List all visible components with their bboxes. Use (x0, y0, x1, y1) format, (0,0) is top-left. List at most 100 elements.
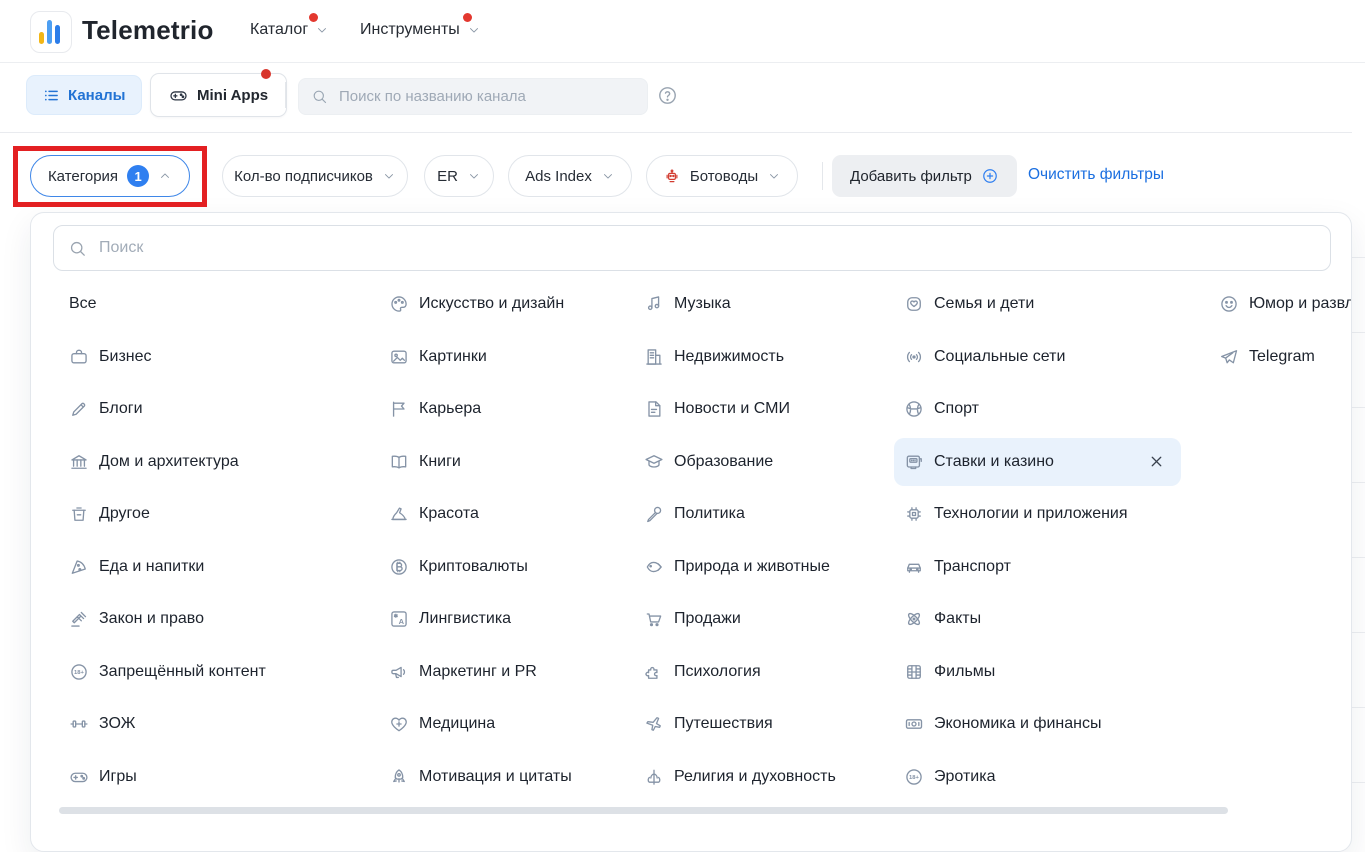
category-option[interactable]: Природа и животные (644, 541, 836, 594)
brand-title[interactable]: Telemetrio (82, 15, 214, 46)
close-icon[interactable] (1148, 453, 1165, 470)
nature-icon (644, 557, 664, 577)
nav-tools[interactable]: Инструменты (360, 21, 481, 39)
filter-category-pill[interactable]: Категория 1 (30, 155, 190, 197)
category-option[interactable]: Криптовалюты (389, 541, 572, 594)
news-icon (644, 399, 664, 419)
chevron-down-icon (467, 23, 481, 37)
social-icon (904, 347, 924, 367)
medicine-icon (389, 714, 409, 734)
category-option[interactable]: Другое (69, 488, 266, 541)
category-option[interactable]: Политика (644, 488, 836, 541)
category-option[interactable]: Психология (644, 646, 836, 699)
channel-search-input[interactable] (337, 87, 635, 106)
chevron-down-icon (467, 169, 481, 183)
add-filter-button[interactable]: Добавить фильтр (832, 155, 1017, 197)
category-option[interactable]: Экономика и финансы (904, 698, 1181, 751)
chevron-down-icon (767, 169, 781, 183)
category-option[interactable]: Книги (389, 436, 572, 489)
filter-pill-er[interactable]: ER (424, 155, 494, 197)
category-option[interactable]: Социальные сети (904, 331, 1181, 384)
category-option-label: Медицина (419, 715, 495, 733)
gamepad-icon (69, 767, 89, 787)
plus-circle-icon (981, 167, 999, 185)
clear-filters-link[interactable]: Очистить фильтры (1028, 166, 1164, 184)
channel-search-field[interactable] (298, 78, 648, 115)
category-option[interactable]: Религия и духовность (644, 751, 836, 804)
category-option[interactable]: Красота (389, 488, 572, 541)
category-option[interactable]: Telegram (1219, 331, 1352, 384)
finance-icon (904, 714, 924, 734)
dumbbell-icon (69, 714, 89, 734)
telegram-icon (1219, 347, 1239, 367)
category-option-label: Путешествия (674, 715, 773, 733)
category-option[interactable]: Транспорт (904, 541, 1181, 594)
filter-pill-ботоводы[interactable]: Ботоводы (646, 155, 798, 197)
briefcase-icon (69, 347, 89, 367)
category-option[interactable]: Новости и СМИ (644, 383, 836, 436)
category-option[interactable]: Карьера (389, 383, 572, 436)
psychology-icon (644, 662, 664, 682)
category-option[interactable]: Еда и напитки (69, 541, 266, 594)
category-option[interactable]: 18+Эротика (904, 751, 1181, 804)
category-search-field[interactable] (53, 225, 1331, 271)
plane-icon (644, 714, 664, 734)
nav-catalog[interactable]: Каталог (250, 21, 329, 39)
filter-divider (822, 162, 823, 190)
category-option[interactable]: Фильмы (904, 646, 1181, 699)
category-option-label: Природа и животные (674, 558, 830, 576)
category-option[interactable]: Блоги (69, 383, 266, 436)
catalog-notification-dot (309, 13, 318, 22)
category-option[interactable]: ЗОЖ (69, 698, 266, 751)
category-option[interactable]: Игры (69, 751, 266, 804)
category-option-label: Криптовалюты (419, 558, 528, 576)
category-column-5: Юмор и развлечения Telegram (1219, 278, 1352, 383)
category-option[interactable]: 18+Запрещённый контент (69, 646, 266, 699)
robot-icon (663, 167, 681, 185)
tab-channels[interactable]: Каналы (26, 75, 142, 115)
category-option-selected[interactable]: Ставки и казино (894, 438, 1181, 486)
category-option[interactable]: Медицина (389, 698, 572, 751)
category-option[interactable]: Мотивация и цитаты (389, 751, 572, 804)
category-option[interactable]: Недвижимость (644, 331, 836, 384)
help-icon[interactable] (657, 85, 678, 106)
category-option[interactable]: Юмор и развлечения (1219, 278, 1352, 331)
category-option-label: Маркетинг и PR (419, 663, 537, 681)
category-option-label: Искусство и дизайн (419, 295, 564, 313)
category-option-label: Карьера (419, 400, 481, 418)
telemetrio-logo-icon[interactable] (30, 11, 72, 53)
tab-mini-apps[interactable]: Mini Apps (150, 73, 287, 117)
category-option[interactable]: Дом и архитектура (69, 436, 266, 489)
category-option[interactable]: Технологии и приложения (904, 488, 1181, 541)
category-option[interactable]: Путешествия (644, 698, 836, 751)
chip-icon (904, 504, 924, 524)
category-option[interactable]: Продажи (644, 593, 836, 646)
category-grid: ВсеБизнесБлогиДом и архитектураДругоеЕда… (31, 278, 1352, 803)
category-option-label: Эротика (934, 768, 995, 786)
category-option[interactable]: Спорт (904, 383, 1181, 436)
category-search-input[interactable] (97, 238, 1316, 258)
horizontal-scrollbar[interactable] (59, 807, 1228, 814)
category-option[interactable]: Семья и дети (904, 278, 1181, 331)
category-option[interactable]: AЛингвистика (389, 593, 572, 646)
tab-channels-label: Каналы (68, 87, 125, 104)
category-option-label: Запрещённый контент (99, 663, 266, 681)
category-option-label: Telegram (1249, 348, 1315, 366)
category-option[interactable]: Картинки (389, 331, 572, 384)
category-option[interactable]: Бизнес (69, 331, 266, 384)
category-option[interactable]: Закон и право (69, 593, 266, 646)
filter-pill-label: Ботоводы (690, 168, 758, 185)
education-icon (644, 452, 664, 472)
category-option[interactable]: Искусство и дизайн (389, 278, 572, 331)
svg-text:A: A (399, 618, 405, 627)
filter-pill-кол-во-подписчиков[interactable]: Кол-во подписчиков (222, 155, 408, 197)
background-table-strip (1352, 183, 1365, 838)
category-option[interactable]: Факты (904, 593, 1181, 646)
trash-icon (69, 504, 89, 524)
category-option[interactable]: Все (69, 278, 266, 331)
category-option[interactable]: Музыка (644, 278, 836, 331)
category-option[interactable]: Образование (644, 436, 836, 489)
category-option[interactable]: Маркетинг и PR (389, 646, 572, 699)
book-icon (389, 452, 409, 472)
filter-pill-ads-index[interactable]: Ads Index (508, 155, 632, 197)
